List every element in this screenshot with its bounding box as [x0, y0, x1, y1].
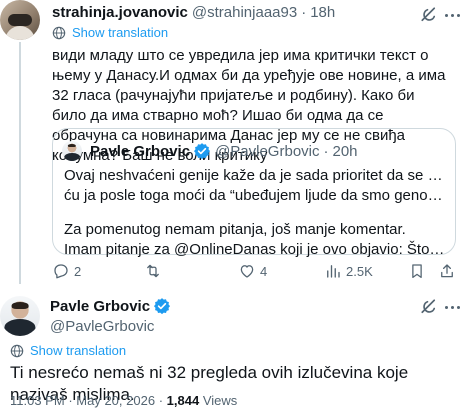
tweet-date[interactable]: May 20, 2026 [76, 393, 155, 408]
thread-connector [19, 42, 21, 284]
show-translation-label[interactable]: Show translation [30, 343, 126, 358]
separator: · [323, 142, 329, 160]
quoted-line: Imam pitanje za @OnlineDanas koji je ovo… [64, 241, 448, 258]
bookmark-button[interactable] [408, 262, 426, 280]
more-icon[interactable] [444, 298, 462, 316]
quoted-line: ću ja posle toga moći da “ubeđujem ljude… [64, 187, 448, 204]
avatar[interactable] [0, 296, 40, 336]
share-icon [441, 264, 453, 278]
main-tweet-header: Pavle Grbovic [50, 297, 171, 315]
verified-icon [194, 143, 211, 160]
quoted-tweet-time: 20h [332, 142, 358, 160]
globe-icon [10, 344, 24, 357]
views-count: 1,844 [166, 393, 200, 408]
quoted-author-handle: @PavleGrbovic [215, 142, 320, 160]
retweet-icon [147, 264, 159, 278]
reply-button[interactable]: 2 [52, 262, 81, 280]
like-button[interactable]: 4 [238, 262, 267, 280]
views-button[interactable]: 2.5K [324, 262, 373, 280]
verified-icon[interactable] [153, 297, 171, 315]
separator: · [68, 393, 73, 408]
show-translation-link[interactable]: Show translation [10, 343, 126, 358]
bookmark-icon [412, 264, 422, 279]
author-name[interactable]: strahinja.jovanovic [52, 4, 188, 21]
author-name[interactable]: Pavle Grbovic [50, 298, 150, 315]
quoted-line: Za pomenutog nemam pitanja, još manje ko… [64, 221, 406, 238]
grok-icon[interactable] [420, 298, 438, 316]
tweet-time[interactable]: 11:03 PM [10, 393, 65, 408]
reply-count: 2 [74, 263, 82, 279]
quoted-avatar [62, 141, 82, 161]
tweet-metadata: 11:03 PM · May 20, 2026 · 1,844 Views [10, 393, 237, 408]
tweet-time[interactable]: 18h [310, 4, 335, 21]
quoted-author-name: Pavle Grbovic [90, 142, 191, 160]
views-icon [327, 265, 340, 278]
like-count: 4 [260, 263, 268, 279]
more-icon[interactable] [444, 6, 462, 24]
avatar[interactable] [0, 0, 40, 40]
quoted-line: Ovaj neshvaćeni genije kaže da je sada p… [64, 167, 448, 184]
views-label: Views [202, 393, 238, 408]
author-handle[interactable]: @PavleGrbovic [50, 318, 154, 335]
author-handle[interactable]: @strahinjaaa93 [192, 4, 297, 21]
grok-icon[interactable] [420, 6, 438, 24]
views-count: 2.5K [346, 263, 373, 279]
share-button[interactable] [438, 262, 456, 280]
quoted-tweet-header: Pavle Grbovic @PavleGrbovic · 20h [90, 142, 358, 160]
reply-tweet-header: strahinja.jovanovic @strahinjaaa93 · 18h [52, 4, 335, 21]
like-icon [240, 265, 254, 278]
tweet-actions: 2 4 2.5K [52, 262, 456, 282]
reply-icon [54, 264, 68, 279]
show-translation-link[interactable]: Show translation [52, 25, 168, 40]
separator: · [158, 393, 164, 408]
show-translation-label[interactable]: Show translation [72, 25, 168, 40]
quoted-tweet-text: Ovaj neshvaćeni genije kaže da je sada p… [64, 166, 448, 260]
retweet-button[interactable] [144, 262, 166, 280]
globe-icon [52, 26, 66, 39]
separator: · [301, 4, 307, 21]
